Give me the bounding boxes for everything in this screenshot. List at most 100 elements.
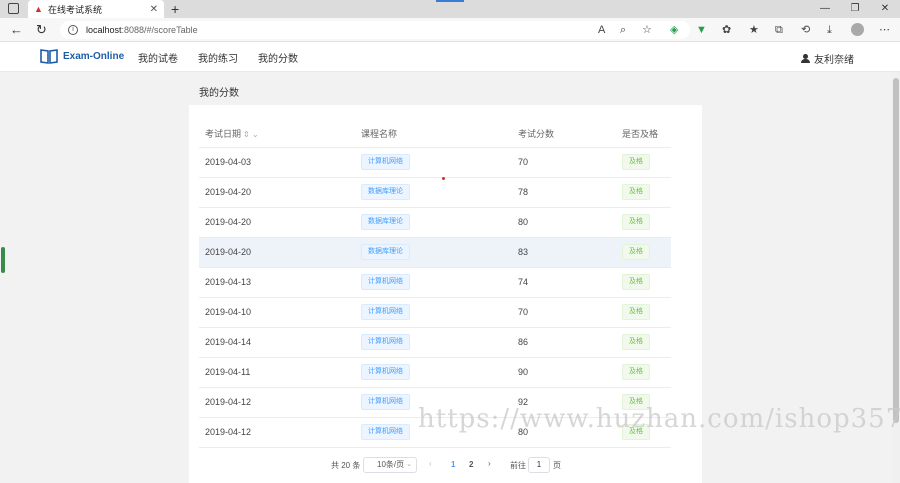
scrollbar-thumb[interactable] bbox=[893, 78, 899, 423]
cell-exam-date: 2019-04-14 bbox=[205, 337, 252, 347]
pass-status-tag: 及格 bbox=[622, 214, 650, 230]
tab-title: 在线考试系统 bbox=[48, 4, 103, 15]
cell-exam-score: 78 bbox=[518, 187, 529, 197]
prev-page-icon[interactable]: ‹ bbox=[429, 459, 432, 468]
table-row[interactable]: 2019-04-03 计算机网络 70 及格 bbox=[199, 148, 671, 178]
pagination-total: 共 20 条 bbox=[331, 461, 361, 470]
extensions-icon[interactable]: ✿ bbox=[722, 23, 731, 37]
cell-exam-date: 2019-04-12 bbox=[205, 397, 252, 407]
url-bar[interactable]: i localhost:8088/#/scoreTable bbox=[60, 21, 690, 39]
favorite-add-icon[interactable]: ☆ bbox=[642, 23, 652, 37]
history-icon[interactable]: ⟲ bbox=[801, 23, 810, 37]
minimize-icon[interactable]: — bbox=[810, 0, 840, 18]
back-icon[interactable]: ← bbox=[10, 22, 23, 38]
app-logo[interactable]: Exam-Online bbox=[40, 48, 124, 64]
menu-item-my-scores[interactable]: 我的分数 bbox=[258, 50, 298, 65]
pass-status-tag: 及格 bbox=[622, 304, 650, 320]
browser-tab-bar: ▲ 在线考试系统 ✕ + — ❐ ✕ bbox=[0, 0, 900, 18]
side-drag-handle[interactable] bbox=[1, 247, 5, 273]
cell-exam-score: 86 bbox=[518, 337, 529, 347]
logo-text: Exam-Online bbox=[63, 50, 125, 62]
profile-avatar-icon[interactable] bbox=[851, 23, 864, 36]
course-tag: 计算机网络 bbox=[361, 424, 410, 440]
table-row[interactable]: 2019-04-20 数据库理论 78 及格 bbox=[199, 178, 671, 208]
read-aloud-icon[interactable]: A bbox=[598, 23, 605, 37]
user-icon bbox=[801, 54, 810, 63]
more-menu-icon[interactable]: ⋯ bbox=[879, 23, 890, 37]
table-row[interactable]: 2019-04-10 计算机网络 70 及格 bbox=[199, 298, 671, 328]
table-row[interactable]: 2019-04-20 数据库理论 83 及格 bbox=[199, 238, 671, 268]
header-exam-date[interactable]: 考试日期 ⇕ ⌄ bbox=[205, 127, 259, 140]
vue-extension-icon[interactable]: ▼ bbox=[696, 23, 707, 37]
cell-exam-date: 2019-04-03 bbox=[205, 157, 252, 167]
course-tag: 数据库理论 bbox=[361, 244, 410, 260]
cell-exam-date: 2019-04-13 bbox=[205, 277, 252, 287]
pass-status-tag: 及格 bbox=[622, 334, 650, 350]
user-menu[interactable]: 友利奈绪 bbox=[801, 51, 854, 66]
pass-status-tag: 及格 bbox=[622, 364, 650, 380]
site-info-icon[interactable]: i bbox=[68, 25, 78, 35]
table-row[interactable]: 2019-04-20 数据库理论 80 及格 bbox=[199, 208, 671, 238]
sort-icon[interactable]: ⇕ ⌄ bbox=[243, 130, 259, 139]
browser-tab[interactable]: ▲ 在线考试系统 ✕ bbox=[28, 0, 164, 18]
pass-status-tag: 及格 bbox=[622, 244, 650, 260]
refresh-icon[interactable]: ↻ bbox=[36, 22, 47, 38]
pagination: 共 20 条 10条/页 ⌄ ‹ 1 2 › 前往 1 页 bbox=[189, 457, 702, 475]
cell-exam-score: 83 bbox=[518, 247, 529, 257]
course-tag: 数据库理论 bbox=[361, 184, 410, 200]
url-host: localhost bbox=[86, 25, 122, 35]
pass-status-tag: 及格 bbox=[622, 274, 650, 290]
cell-exam-date: 2019-04-20 bbox=[205, 217, 252, 227]
cell-exam-date: 2019-04-11 bbox=[205, 367, 251, 377]
goto-page-unit: 页 bbox=[553, 461, 561, 470]
course-tag: 计算机网络 bbox=[361, 394, 410, 410]
watermark: https://www.huzhan.com/ishop3572 bbox=[418, 404, 900, 434]
header-course-name: 课程名称 bbox=[361, 129, 398, 139]
tab-close-icon[interactable]: ✕ bbox=[150, 4, 158, 15]
url-path: :8088/#/scoreTable bbox=[121, 25, 198, 35]
cell-exam-score: 70 bbox=[518, 307, 529, 317]
course-tag: 计算机网络 bbox=[361, 154, 410, 170]
cell-exam-date: 2019-04-12 bbox=[205, 427, 252, 437]
cell-exam-date: 2019-04-20 bbox=[205, 247, 252, 257]
book-icon bbox=[40, 49, 58, 64]
window-close-icon[interactable]: ✕ bbox=[870, 0, 900, 18]
cell-exam-date: 2019-04-10 bbox=[205, 307, 252, 317]
goto-label: 前往 bbox=[510, 461, 526, 470]
chevron-down-icon: ⌄ bbox=[406, 461, 412, 468]
cell-exam-score: 80 bbox=[518, 217, 529, 227]
tab-actions-icon[interactable] bbox=[8, 3, 19, 14]
header-passed: 是否及格 bbox=[622, 129, 659, 139]
address-toolbar: ← ↻ i localhost:8088/#/scoreTable A ⌕ ☆ … bbox=[0, 18, 900, 42]
table-row[interactable]: 2019-04-11 计算机网络 90 及格 bbox=[199, 358, 671, 388]
table-row[interactable]: 2019-04-13 计算机网络 74 及格 bbox=[199, 268, 671, 298]
course-tag: 计算机网络 bbox=[361, 334, 410, 350]
app-header: Exam-Online 我的试卷 我的练习 我的分数 友利奈绪 bbox=[0, 42, 900, 72]
menu-item-my-papers[interactable]: 我的试卷 bbox=[138, 50, 178, 65]
accent-line bbox=[436, 0, 464, 2]
pass-status-tag: 及格 bbox=[622, 154, 650, 170]
table-row[interactable]: 2019-04-14 计算机网络 86 及格 bbox=[199, 328, 671, 358]
maximize-icon[interactable]: ❐ bbox=[840, 0, 870, 18]
course-tag: 计算机网络 bbox=[361, 364, 410, 380]
page-number-2[interactable]: 2 bbox=[469, 460, 473, 469]
goto-page-input[interactable]: 1 bbox=[528, 457, 550, 473]
collections-icon[interactable]: ⧉ bbox=[775, 23, 783, 37]
course-tag: 计算机网络 bbox=[361, 304, 410, 320]
favorites-icon[interactable]: ★ bbox=[749, 23, 759, 37]
cell-exam-score: 90 bbox=[518, 367, 529, 377]
user-name: 友利奈绪 bbox=[814, 55, 854, 66]
next-page-icon[interactable]: › bbox=[488, 459, 491, 468]
cell-exam-score: 70 bbox=[518, 157, 529, 167]
new-tab-icon[interactable]: + bbox=[171, 1, 179, 17]
download-icon[interactable]: ⤓ bbox=[827, 23, 832, 37]
cursor-dot bbox=[442, 177, 445, 180]
course-tag: 计算机网络 bbox=[361, 274, 410, 290]
main-menu: 我的试卷 我的练习 我的分数 bbox=[138, 42, 318, 72]
menu-item-my-practice[interactable]: 我的练习 bbox=[198, 50, 238, 65]
zoom-icon[interactable]: ⌕ bbox=[620, 23, 626, 37]
page-number-1[interactable]: 1 bbox=[451, 460, 455, 469]
page-size-select[interactable]: 10条/页 ⌄ bbox=[363, 457, 417, 473]
shield-extension-icon[interactable]: ◈ bbox=[670, 23, 678, 37]
cell-exam-score: 74 bbox=[518, 277, 529, 287]
